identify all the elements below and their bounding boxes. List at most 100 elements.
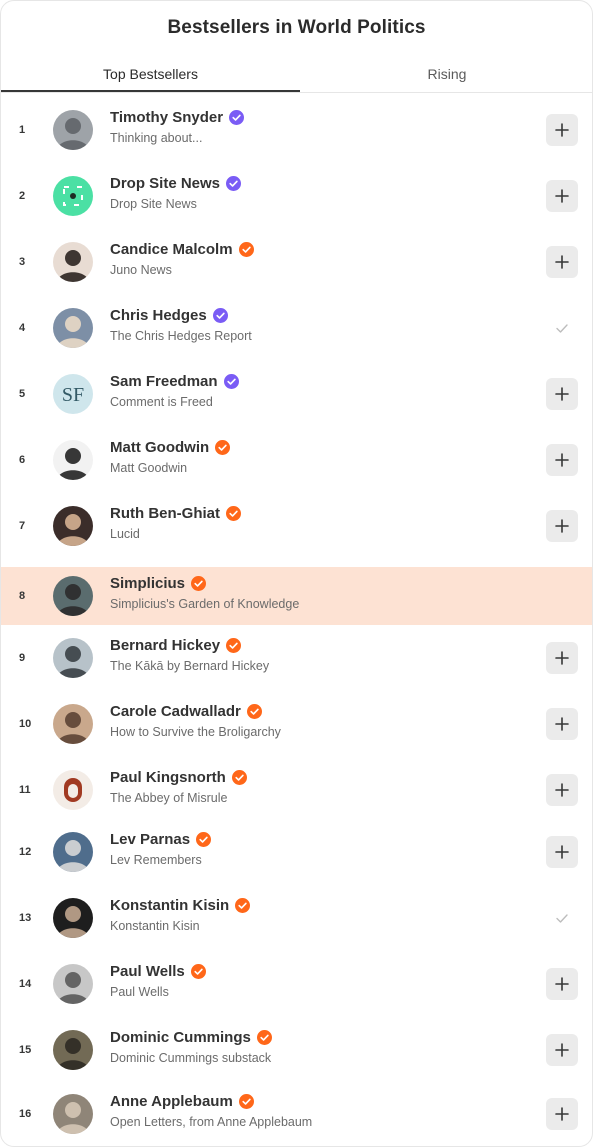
- verified-badge-icon: [229, 110, 245, 125]
- author-name[interactable]: Sam Freedman: [110, 373, 239, 390]
- avatar-image: [53, 832, 93, 872]
- rank-number: 16: [19, 1108, 32, 1120]
- author-name[interactable]: Bernard Hickey: [110, 637, 242, 654]
- author-name-label: Ruth Ben-Ghiat: [110, 505, 220, 522]
- author-name[interactable]: Carole Cadwalladr: [110, 703, 262, 720]
- verified-badge-icon: [226, 176, 242, 191]
- avatar[interactable]: [53, 308, 93, 348]
- list-item[interactable]: 16 Anne Applebaum Open Letters, from Anne …: [1, 1085, 592, 1143]
- list-item[interactable]: 13 Konstantin Kisin Konstantin Kisin: [1, 889, 592, 947]
- publication-name: Matt Goodwin: [110, 461, 188, 475]
- subscribe-button[interactable]: [546, 1098, 578, 1130]
- avatar-image: [53, 576, 93, 616]
- bestsellers-panel: Bestsellers in World Politics Top Bestse…: [0, 0, 593, 1147]
- tab-top-bestsellers[interactable]: Top Bestsellers: [1, 58, 300, 92]
- list-item[interactable]: 2 Drop Site News Drop Site News: [1, 167, 592, 225]
- author-name[interactable]: Ruth Ben-Ghiat: [110, 505, 241, 522]
- verified-badge-icon: [215, 440, 231, 455]
- author-name[interactable]: Drop Site News: [110, 175, 242, 192]
- rank-number: 14: [19, 978, 32, 990]
- author-name[interactable]: Konstantin Kisin: [110, 897, 251, 914]
- avatar[interactable]: [53, 576, 93, 616]
- avatar[interactable]: SF: [53, 374, 93, 414]
- author-name[interactable]: Dominic Cummings: [110, 1029, 272, 1046]
- avatar[interactable]: [53, 964, 93, 1004]
- tab-rising[interactable]: Rising: [300, 58, 592, 92]
- author-name[interactable]: Simplicius: [110, 575, 207, 592]
- list-item[interactable]: 1 Timothy Snyder Thinking about...: [1, 101, 592, 159]
- avatar[interactable]: [53, 704, 93, 744]
- subscribe-button[interactable]: [546, 246, 578, 278]
- list-item[interactable]: 4 Chris Hedges The Chris Hedges Report: [1, 299, 592, 357]
- verified-badge-icon: [223, 374, 239, 389]
- subscribed-check-icon[interactable]: [550, 316, 574, 340]
- rank-number: 3: [19, 256, 26, 268]
- avatar[interactable]: [53, 1030, 93, 1070]
- author-name-label: Timothy Snyder: [110, 109, 224, 126]
- subscribe-button[interactable]: [546, 836, 578, 868]
- list-item[interactable]: 11 Paul Kingsnorth The Abbey of Misrule: [1, 761, 592, 819]
- avatar-image: [53, 704, 93, 744]
- page-title: Bestsellers in World Politics: [167, 17, 426, 38]
- subscribe-button[interactable]: [546, 444, 578, 476]
- subscribe-button[interactable]: [546, 180, 578, 212]
- list-item[interactable]: 3 Candice Malcolm Juno News: [1, 233, 592, 291]
- avatar[interactable]: [53, 770, 93, 810]
- author-name-label: Lev Parnas: [110, 831, 191, 848]
- avatar[interactable]: [53, 110, 93, 150]
- plus-icon: [555, 1043, 569, 1057]
- avatar[interactable]: [53, 506, 93, 546]
- publication-name: Open Letters, from Anne Applebaum: [110, 1115, 313, 1129]
- avatar[interactable]: [53, 832, 93, 872]
- list-item[interactable]: 9 Bernard Hickey The Kākā by Bernard Hicke…: [1, 629, 592, 687]
- plus-icon: [555, 717, 569, 731]
- subscribe-button[interactable]: [546, 708, 578, 740]
- avatar[interactable]: [53, 638, 93, 678]
- subscribed-check-icon[interactable]: [550, 906, 574, 930]
- verified-badge-icon: [231, 770, 247, 785]
- publication-name: Thinking about...: [110, 131, 203, 145]
- avatar[interactable]: [53, 898, 93, 938]
- list-item[interactable]: 8 Simplicius Simplicius's Garden of Knowle…: [1, 567, 592, 625]
- author-name-label: Carole Cadwalladr: [110, 703, 241, 720]
- list-item[interactable]: 15 Dominic Cummings Dominic Cummings subst…: [1, 1021, 592, 1079]
- list-item[interactable]: 10 Carole Cadwalladr How to Survive the Br…: [1, 695, 592, 753]
- list-item[interactable]: 12 Lev Parnas Lev Remembers: [1, 823, 592, 881]
- list-item[interactable]: 14 Paul Wells Paul Wells: [1, 955, 592, 1013]
- rank-number: 7: [19, 520, 26, 532]
- subscribe-button[interactable]: [546, 774, 578, 806]
- subscribe-button[interactable]: [546, 642, 578, 674]
- subscribe-button[interactable]: [546, 1034, 578, 1066]
- avatar[interactable]: [53, 176, 93, 216]
- avatar-image: [53, 638, 93, 678]
- author-name[interactable]: Paul Wells: [110, 963, 206, 980]
- subscribe-button[interactable]: [546, 378, 578, 410]
- author-name[interactable]: Anne Applebaum: [110, 1093, 254, 1110]
- svg-text:SF: SF: [62, 384, 84, 406]
- rank-number: 9: [19, 652, 26, 664]
- verified-badge-icon: [191, 576, 207, 591]
- subscribe-button[interactable]: [546, 968, 578, 1000]
- list-item[interactable]: 7 Ruth Ben-Ghiat Lucid: [1, 497, 592, 555]
- verified-badge-icon: [235, 898, 251, 913]
- author-name[interactable]: Timothy Snyder: [110, 109, 245, 126]
- author-name[interactable]: Paul Kingsnorth: [110, 769, 247, 786]
- publication-name: How to Survive the Broligarchy: [110, 725, 281, 739]
- subscribe-button[interactable]: [546, 510, 578, 542]
- author-name[interactable]: Candice Malcolm: [110, 241, 254, 258]
- author-name[interactable]: Lev Parnas: [110, 831, 212, 848]
- list-item[interactable]: 5 SF Sam Freedman Comment is Freed: [1, 365, 592, 423]
- plus-icon: [555, 255, 569, 269]
- avatar[interactable]: [53, 440, 93, 480]
- author-name[interactable]: Chris Hedges: [110, 307, 228, 324]
- author-name-label: Simplicius: [110, 575, 186, 592]
- author-name[interactable]: Matt Goodwin: [110, 439, 231, 456]
- subscribe-button[interactable]: [546, 114, 578, 146]
- author-name-label: Bernard Hickey: [110, 637, 221, 654]
- avatar[interactable]: [53, 1094, 93, 1134]
- verified-badge-icon: [256, 1030, 272, 1045]
- avatar[interactable]: [53, 242, 93, 282]
- rank-number: 10: [19, 718, 32, 730]
- list-item[interactable]: 6 Matt Goodwin Matt Goodwin: [1, 431, 592, 489]
- publication-name: The Kākā by Bernard Hickey: [110, 659, 270, 673]
